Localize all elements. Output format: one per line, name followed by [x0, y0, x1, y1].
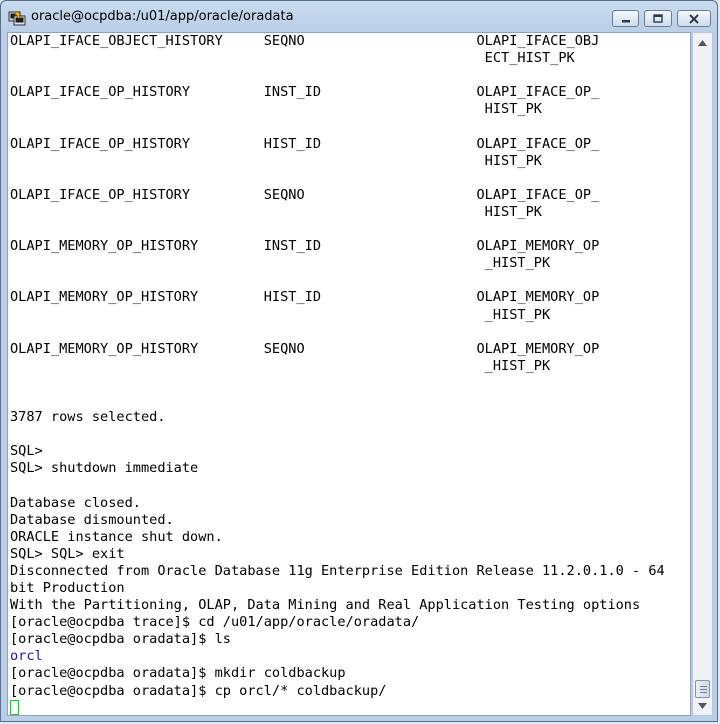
terminal-line: OLAPI_MEMORY_OP_HISTORY INST_ID OLAPI_ME… — [10, 238, 600, 255]
terminal-line: Disconnected from Oracle Database 11g En… — [10, 562, 665, 579]
terminal-line: With the Partitioning, OLAP, Data Mining… — [10, 597, 641, 614]
terminal-line: OLAPI_IFACE_OBJECT_HISTORY SEQNO OLAPI_I… — [10, 33, 600, 49]
terminal-line: bit Production — [10, 580, 125, 596]
terminal-line: [oracle@ocpdba oradata]$ ls — [10, 631, 231, 648]
terminal-output[interactable]: OLAPI_IFACE_OBJECT_HISTORY SEQNO OLAPI_I… — [7, 32, 691, 716]
terminal-line: OLAPI_IFACE_OP_HISTORY SEQNO OLAPI_IFACE… — [10, 186, 600, 203]
terminal-line: Database dismounted. — [10, 511, 174, 528]
terminal-line: HIST_PK — [10, 203, 542, 220]
terminal-line: orcl — [10, 648, 43, 665]
text-cursor — [10, 699, 19, 715]
terminal-line: HIST_PK — [10, 152, 542, 169]
window-title: oracle@ocpdba:/u01/app/oracle/oradata — [31, 9, 294, 24]
scroll-down-arrow-icon[interactable] — [695, 698, 710, 713]
terminal-line: OLAPI_MEMORY_OP_HISTORY HIST_ID OLAPI_ME… — [10, 289, 600, 306]
terminal-line: _HIST_PK — [10, 357, 551, 374]
terminal-line: [oracle@ocpdba trace]$ cd /u01/app/oracl… — [10, 614, 420, 631]
terminal-line: OLAPI_MEMORY_OP_HISTORY SEQNO OLAPI_MEMO… — [10, 340, 600, 357]
terminal-line: SQL> shutdown immediate — [10, 460, 199, 477]
vertical-scrollbar[interactable] — [692, 32, 713, 716]
scroll-up-arrow-icon[interactable] — [695, 35, 710, 50]
prompt-cursor-line — [10, 699, 665, 715]
close-button[interactable] — [677, 10, 711, 27]
title-bar[interactable]: oracle@ocpdba:/u01/app/oracle/oradata — [1, 1, 717, 33]
terminal-line: [oracle@ocpdba oradata]$ cp orcl/* coldb… — [10, 682, 387, 699]
terminal-line: OLAPI_IFACE_OP_HISTORY HIST_ID OLAPI_IFA… — [10, 135, 600, 152]
terminal-line: SQL> — [10, 443, 43, 460]
terminal-line: Database closed. — [10, 494, 141, 511]
terminal-window: oracle@ocpdba:/u01/app/oracle/oradata OL… — [0, 0, 718, 722]
terminal-line: ECT_HIST_PK — [10, 50, 575, 67]
terminal-line: 3787 rows selected. — [10, 409, 166, 426]
scrollbar-thumb[interactable] — [695, 680, 710, 698]
terminal-line: OLAPI_IFACE_OP_HISTORY INST_ID OLAPI_IFA… — [10, 84, 600, 101]
terminal-line: _HIST_PK — [10, 306, 551, 323]
terminal-line: _HIST_PK — [10, 255, 551, 272]
minimize-button[interactable] — [612, 10, 639, 27]
terminal-line: SQL> SQL> exit — [10, 545, 125, 562]
minimize-icon — [621, 19, 630, 22]
close-icon — [689, 13, 699, 24]
terminal-line: ORACLE instance shut down. — [10, 528, 223, 545]
maximize-button[interactable] — [644, 10, 672, 27]
terminal-line: HIST_PK — [10, 101, 542, 118]
terminal-line: [oracle@ocpdba oradata]$ mkdir coldbacku… — [10, 665, 346, 682]
terminal-lines: OLAPI_IFACE_OBJECT_HISTORY SEQNO OLAPI_I… — [10, 33, 665, 715]
maximize-icon — [653, 13, 663, 23]
putty-icon[interactable] — [8, 10, 26, 26]
